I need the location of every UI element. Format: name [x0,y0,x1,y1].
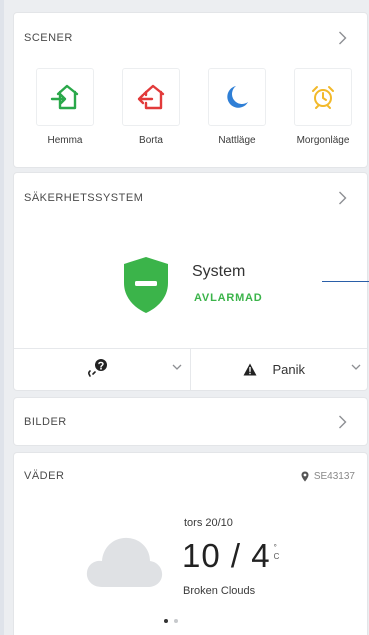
panic-label: Panik [272,362,306,377]
scene-nattlage[interactable]: Nattläge [201,68,273,146]
system-status: AVLARMAD [194,292,263,304]
weather-date: tors 20/10 [184,517,233,529]
scene-tile-morgonlage[interactable] [294,68,352,126]
temperature-value: 10 / 4 [182,537,271,574]
scenes-header[interactable]: SCENER [14,13,367,63]
system-status-row[interactable]: System AVLARMAD [14,255,369,317]
images-card[interactable]: BILDER [13,397,368,446]
indicator-line [322,281,369,282]
moon-icon [227,86,248,108]
weather-location[interactable]: SE43137 [301,471,355,482]
images-title: BILDER [24,415,67,428]
home-leave-icon [137,84,165,110]
home-enter-icon [50,84,79,110]
link-dropdown[interactable] [14,349,191,390]
shield-icon [124,257,168,313]
link-help-icon [88,359,107,377]
warning-icon [243,363,256,376]
security-header[interactable]: SÄKERHETSSYSTEM [14,173,367,223]
chevron-down-icon [172,364,182,370]
page-dot[interactable] [174,619,178,623]
scene-label-hemma: Hemma [47,135,83,146]
system-name: System [192,263,246,280]
scene-hemma[interactable]: Hemma [29,68,101,146]
chevron-right-icon[interactable] [333,189,351,207]
temperature-unit-letter: C [273,552,281,561]
chevron-right-icon[interactable] [333,29,351,47]
scene-tile-borta[interactable] [122,68,180,126]
location-pin-icon [301,471,309,481]
weather-card[interactable]: VÄDER SE43137 tors 20/10 10 / 4 ° C Brok… [13,452,368,635]
scene-tile-nattlage[interactable] [208,68,266,126]
chevron-right-icon[interactable] [333,413,351,431]
scene-borta[interactable]: Borta [115,68,187,146]
temperature-unit-degree: ° [273,543,278,552]
scene-label-morgonlage: Morgonläge [296,135,350,146]
screen-edge [0,0,4,635]
alarm-clock-icon [312,86,334,109]
scene-label-borta: Borta [139,135,163,146]
images-header[interactable]: BILDER [14,398,367,445]
security-footer: Panik [14,348,367,390]
weather-temperature: 10 / 4 ° C [182,537,280,575]
panic-dropdown[interactable]: Panik [191,349,368,390]
scenes-card: SCENER Hemma Borta Nattläge Morgonläge [13,12,368,168]
scene-label-nattlage: Nattläge [218,135,256,146]
scene-morgonlage[interactable]: Morgonläge [287,68,359,146]
page-indicator[interactable] [164,619,178,623]
security-title: SÄKERHETSSYSTEM [24,192,144,204]
scenes-title: SCENER [24,32,73,44]
cloud-icon [86,537,163,587]
weather-title: VÄDER [24,470,65,482]
page-dot-active[interactable] [164,619,168,623]
location-code: SE43137 [313,470,355,482]
weather-header: VÄDER SE43137 [14,453,367,499]
chevron-down-icon [351,364,360,370]
weather-description: Broken Clouds [183,585,256,597]
security-card: SÄKERHETSSYSTEM System AVLARMAD Panik [13,172,369,391]
temperature-unit: ° C [274,543,281,561]
scene-tile-hemma[interactable] [36,68,94,126]
